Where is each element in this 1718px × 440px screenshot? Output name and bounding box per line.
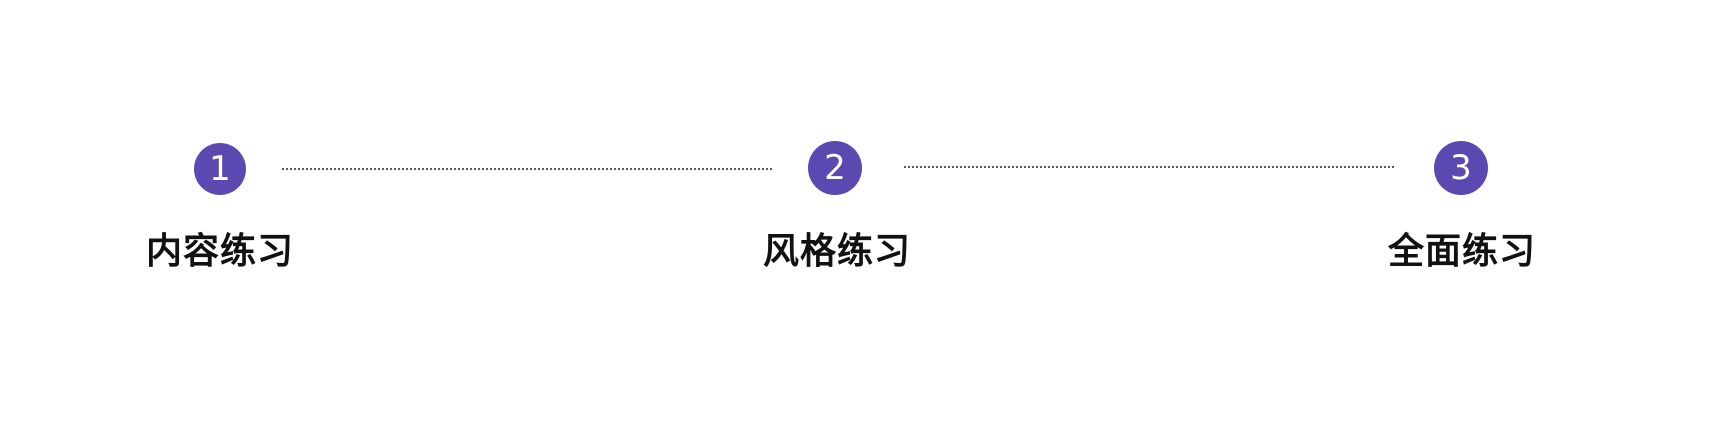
step-2-to-3-dotted-connector (904, 166, 1394, 168)
step-3-number-badge: 3 (1434, 141, 1488, 195)
step-2-number-badge: 2 (808, 141, 862, 195)
step-3-label: 全面练习 (1387, 231, 1536, 272)
step-1-to-2-dotted-connector (282, 168, 772, 170)
step-1-label: 内容练习 (145, 231, 294, 272)
step-2-label: 风格练习 (762, 231, 911, 272)
step-1-number-badge: 1 (194, 143, 246, 195)
